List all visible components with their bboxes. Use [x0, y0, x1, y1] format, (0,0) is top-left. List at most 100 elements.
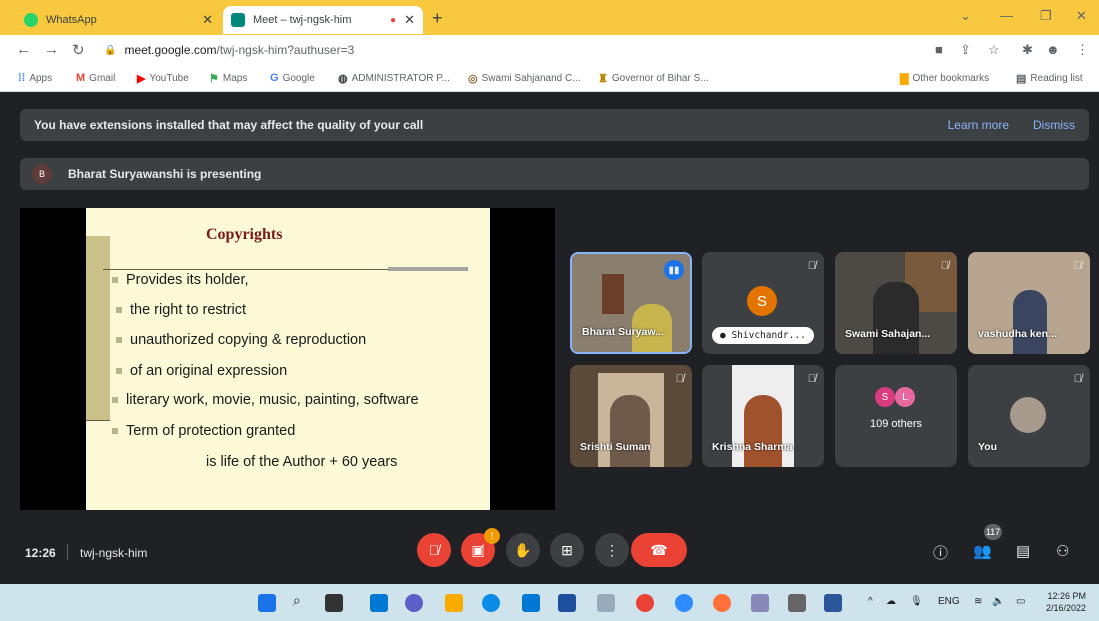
app-icon[interactable] — [558, 594, 576, 612]
hand-icon: ✋ — [514, 541, 532, 558]
bookmark-governor[interactable]: ♜ Governor of Bihar S... — [598, 72, 709, 85]
bullet-icon — [116, 307, 122, 313]
tab-search-icon[interactable]: ⌄ — [960, 8, 971, 24]
language-indicator[interactable]: ENG — [938, 596, 960, 607]
url-field[interactable]: 🔒 meet.google.com /twj-ngsk-him?authuser… — [104, 39, 924, 61]
windows-start-icon[interactable] — [258, 594, 276, 612]
file-explorer-icon[interactable] — [445, 594, 463, 612]
profile-icon[interactable]: ☻ — [1046, 42, 1060, 57]
minimize-icon[interactable]: — — [1000, 8, 1013, 23]
bookmark-swami[interactable]: ◎ Swami Sahjanand C... — [468, 72, 581, 85]
url-path: /twj-ngsk-him?authuser=3 — [216, 43, 355, 57]
more-options-button[interactable]: ⋮ — [595, 533, 629, 567]
participant-name: Krishna Sharma — [712, 441, 793, 453]
extensions-icon[interactable]: ✱ — [1022, 42, 1033, 58]
people-count-badge: 117 — [984, 524, 1002, 540]
presentation-view: Copyrights Provides its holder, the righ… — [20, 208, 555, 510]
google-icon: G — [270, 72, 279, 84]
call-time: 12:26 — [25, 546, 56, 560]
meeting-code: twj-ngsk-him — [80, 546, 148, 560]
onedrive-icon[interactable]: ☁ — [886, 596, 896, 607]
close-icon[interactable]: ✕ — [404, 12, 415, 28]
back-icon[interactable]: ← — [16, 41, 31, 58]
tab-label: WhatsApp — [46, 14, 97, 26]
chat-icon[interactable]: ▤ — [1016, 542, 1030, 560]
muted-mic-icon: 🎙̸ — [940, 260, 949, 272]
leave-call-button[interactable]: ☎ — [631, 533, 687, 567]
activities-icon[interactable]: ⚇ — [1056, 542, 1069, 560]
os-taskbar: ⌕ ^ ☁ 🎙 ENG ≋ 🔈 ▭ 12:26 PM 2/16/2022 — [0, 584, 1099, 621]
photos-icon[interactable] — [597, 594, 615, 612]
menu-icon[interactable]: ⋮ — [1076, 42, 1089, 58]
mic-toggle-button[interactable]: 🎙̸ — [417, 533, 451, 567]
search-icon[interactable]: ⌕ — [293, 592, 311, 610]
apps-icon: ⁞⁞ — [18, 72, 26, 84]
camera-off-icon: ▣̸ — [471, 541, 485, 558]
edge-icon[interactable] — [482, 594, 500, 612]
info-icon[interactable]: ⓘ — [933, 542, 948, 563]
new-tab-button[interactable]: + — [432, 8, 443, 29]
network-app-icon[interactable] — [751, 594, 769, 612]
mic-tray-icon[interactable]: 🎙 — [910, 596, 923, 607]
bullet-icon — [116, 368, 122, 374]
close-icon[interactable]: ✕ — [202, 12, 213, 28]
tray-chevron-icon[interactable]: ^ — [868, 596, 873, 607]
avatar: B — [32, 164, 52, 184]
call-controls-bar: 12:26 twj-ngsk-him 🎙̸ ▣̸ ! ✋ ⊞ ⋮ ☎ ⓘ 👥 1… — [0, 524, 1099, 584]
other-bookmarks[interactable]: ▇ Other bookmarks — [900, 72, 989, 85]
participant-tile-others[interactable]: S L 109 others — [835, 365, 957, 467]
widgets-icon[interactable] — [370, 594, 388, 612]
present-button[interactable]: ⊞ — [550, 533, 584, 567]
store-icon[interactable] — [522, 594, 540, 612]
divider — [67, 544, 68, 560]
bookmark-youtube[interactable]: ▶ YouTube — [137, 72, 189, 85]
task-view-icon[interactable] — [325, 594, 343, 612]
bullet-icon — [112, 277, 118, 283]
warning-badge: ! — [484, 528, 500, 544]
bookmark-apps[interactable]: ⁞⁞ Apps — [18, 72, 52, 84]
reload-icon[interactable]: ↻ — [72, 41, 85, 59]
participant-tile[interactable]: 🎙̸ S ● Shivchandr... — [702, 252, 824, 354]
participant-tile[interactable]: 🎙̸ vashudha ken... — [968, 252, 1090, 354]
chrome-icon[interactable] — [636, 594, 654, 612]
end-call-icon: ☎ — [650, 541, 668, 558]
firefox-icon[interactable] — [713, 594, 731, 612]
teams-icon[interactable] — [405, 594, 423, 612]
camera-indicator-icon[interactable]: ■ — [935, 42, 943, 57]
bookmark-google[interactable]: G Google — [270, 72, 315, 84]
bookmark-administrator[interactable]: ◍ ADMINISTRATOR P... — [338, 72, 450, 85]
participant-tile[interactable]: ▮▮ Bharat Suryaw... — [570, 252, 692, 354]
battery-icon[interactable]: ▭ — [1016, 596, 1025, 607]
taskbar-clock[interactable]: 12:26 PM 2/16/2022 — [1046, 590, 1086, 614]
maximize-icon[interactable]: ❐ — [1040, 8, 1052, 24]
presenting-text: Bharat Suryawanshi is presenting — [68, 167, 262, 181]
muted-mic-icon: 🎙̸ — [807, 260, 816, 272]
dismiss-button[interactable]: Dismiss — [1033, 118, 1075, 132]
tab-whatsapp[interactable]: WhatsApp ✕ — [16, 6, 221, 34]
participant-tile[interactable]: 🎙̸ Srishti Suman — [570, 365, 692, 467]
participant-tile[interactable]: 🎙̸ Swami Sahajan... — [835, 252, 957, 354]
forward-icon[interactable]: → — [44, 41, 59, 58]
bookmark-gmail[interactable]: M Gmail — [76, 72, 115, 84]
bookmark-star-icon[interactable]: ☆ — [988, 42, 1000, 58]
participant-tile-self[interactable]: 🎙̸ You — [968, 365, 1090, 467]
raise-hand-button[interactable]: ✋ — [506, 533, 540, 567]
more-icon: ⋮ — [605, 541, 619, 558]
youtube-icon: ▶ — [137, 73, 146, 85]
share-icon[interactable]: ⇪ — [960, 42, 971, 58]
app-icon[interactable] — [788, 594, 806, 612]
video-feed — [1013, 290, 1047, 354]
tab-meet[interactable]: Meet – twj-ngsk-him ● ✕ — [223, 6, 423, 34]
zoom-icon[interactable] — [675, 594, 693, 612]
participant-tile[interactable]: 🎙̸ Krishna Sharma — [702, 365, 824, 467]
close-window-icon[interactable]: ✕ — [1076, 8, 1087, 24]
wifi-icon[interactable]: ≋ — [974, 596, 982, 607]
slide-bullet: Provides its holder, — [112, 272, 249, 288]
volume-icon[interactable]: 🔈 — [992, 596, 1004, 607]
bookmark-maps[interactable]: ⚑ Maps — [209, 72, 247, 85]
word-icon[interactable] — [824, 594, 842, 612]
reading-list[interactable]: ▤ Reading list — [1016, 72, 1083, 85]
learn-more-link[interactable]: Learn more — [948, 118, 1009, 132]
avatar: L — [895, 387, 915, 407]
people-icon[interactable]: 👥 — [973, 542, 992, 560]
